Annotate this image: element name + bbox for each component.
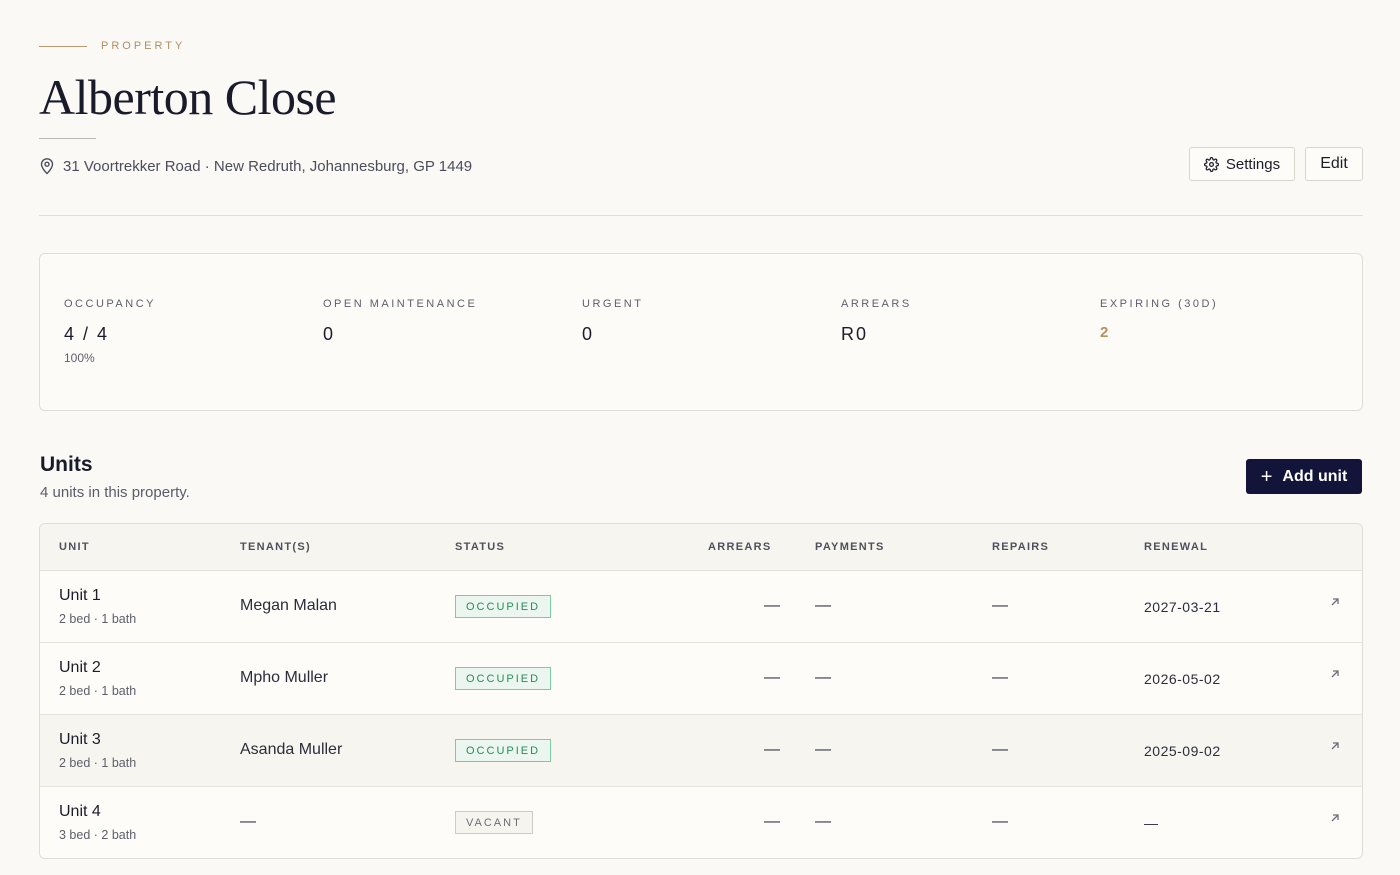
stat-label: EXPIRING (30D)	[1100, 298, 1219, 310]
address-line: 31 Voortrekker Road · New Redruth, Johan…	[39, 157, 472, 175]
col-unit: UNIT	[59, 541, 90, 553]
payments-value: —	[815, 669, 831, 686]
repairs-value: —	[992, 813, 1008, 830]
map-pin-icon	[40, 158, 54, 175]
arrow-up-right-icon[interactable]	[1328, 667, 1342, 681]
status-badge: OCCUPIED	[455, 595, 552, 618]
renewal-date: 2027-03-21	[1144, 599, 1221, 615]
tenant-link[interactable]: Asanda Muller	[240, 741, 342, 759]
unit-name: Unit 3	[59, 731, 101, 748]
stat-urgent: URGENT 0	[582, 298, 643, 345]
eyebrow-line	[39, 45, 87, 47]
stat-expiring: EXPIRING (30D) 2	[1100, 298, 1218, 341]
units-heading: Units	[40, 453, 93, 476]
col-tenants: TENANT(S)	[240, 541, 311, 553]
stat-value: 0	[323, 324, 336, 344]
stat-value: 2	[1100, 324, 1111, 341]
eyebrow: PROPERTY	[39, 40, 185, 52]
plus-icon: +	[1260, 465, 1273, 488]
eyebrow-label: PROPERTY	[101, 40, 186, 52]
settings-label: Settings	[1225, 155, 1281, 173]
unit-meta: 2 bed · 1 bath	[59, 612, 137, 626]
stat-label: URGENT	[582, 298, 644, 310]
address-text: 31 Voortrekker Road · New Redruth, Johan…	[63, 157, 473, 175]
unit-name: Unit 1	[59, 587, 101, 604]
stats-card: OCCUPANCY 4 / 4 100% OPEN MAINTENANCE 0 …	[39, 253, 1363, 411]
add-unit-label: Add unit	[1282, 467, 1348, 485]
col-renewal: RENEWAL	[1144, 541, 1209, 553]
unit-meta: 2 bed · 1 bath	[59, 756, 137, 770]
renewal-date: —	[1144, 815, 1159, 831]
status-badge: OCCUPIED	[455, 739, 552, 762]
stat-occupancy: OCCUPANCY 4 / 4 100%	[64, 298, 156, 365]
table-row[interactable]: Unit 1 2 bed · 1 bath Megan Malan OCCUPI…	[40, 571, 1362, 643]
arrears-value: —	[764, 741, 780, 758]
repairs-value: —	[992, 741, 1008, 758]
stat-value: 4 / 4	[64, 324, 110, 344]
tenant-link[interactable]: Megan Malan	[240, 597, 337, 615]
stat-sub: 100%	[64, 351, 95, 365]
renewal-date: 2025-09-02	[1144, 743, 1221, 759]
col-payments: PAYMENTS	[815, 541, 885, 553]
arrears-value: —	[764, 669, 780, 686]
tenant-link[interactable]: Mpho Muller	[240, 669, 328, 687]
stat-open-maintenance: OPEN MAINTENANCE 0	[323, 298, 477, 345]
col-status: STATUS	[455, 541, 506, 553]
status-badge: OCCUPIED	[455, 667, 552, 690]
table-header: UNIT TENANT(S) STATUS ARREARS PAYMENTS R…	[40, 524, 1362, 571]
table-row[interactable]: Unit 4 3 bed · 2 bath — VACANT — — — —	[40, 787, 1362, 858]
stat-label: OPEN MAINTENANCE	[323, 298, 478, 310]
repairs-value: —	[992, 669, 1008, 686]
gear-icon	[1203, 156, 1219, 172]
renewal-date: 2026-05-02	[1144, 671, 1221, 687]
header-divider	[39, 215, 1363, 216]
payments-value: —	[815, 813, 831, 830]
add-unit-button[interactable]: + Add unit	[1246, 459, 1362, 494]
arrears-value: —	[764, 597, 780, 614]
unit-meta: 2 bed · 1 bath	[59, 684, 137, 698]
unit-name: Unit 4	[59, 803, 101, 820]
unit-meta: 3 bed · 2 bath	[59, 828, 137, 842]
payments-value: —	[815, 741, 831, 758]
table-row[interactable]: Unit 2 2 bed · 1 bath Mpho Muller OCCUPI…	[40, 643, 1362, 715]
stat-label: OCCUPANCY	[64, 298, 156, 310]
tenant-value: —	[240, 813, 256, 830]
arrow-up-right-icon[interactable]	[1328, 739, 1342, 753]
units-table: UNIT TENANT(S) STATUS ARREARS PAYMENTS R…	[39, 523, 1363, 859]
stat-arrears: ARREARS R0	[841, 298, 912, 345]
settings-button[interactable]: Settings	[1189, 147, 1295, 181]
col-repairs: REPAIRS	[992, 541, 1050, 553]
status-badge: VACANT	[455, 811, 533, 834]
title-rule	[39, 138, 96, 139]
stat-value: R0	[841, 324, 869, 344]
arrow-up-right-icon[interactable]	[1328, 811, 1342, 825]
units-count: 4 units in this property.	[40, 484, 190, 501]
table-row[interactable]: Unit 3 2 bed · 1 bath Asanda Muller OCCU…	[40, 715, 1362, 787]
stat-label: ARREARS	[841, 298, 912, 310]
payments-value: —	[815, 597, 831, 614]
col-arrears: ARREARS	[708, 541, 772, 553]
stat-value: 0	[582, 324, 595, 344]
repairs-value: —	[992, 597, 1008, 614]
arrears-value: —	[764, 813, 780, 830]
arrow-up-right-icon[interactable]	[1328, 595, 1342, 609]
page-title: Alberton Close	[39, 69, 337, 125]
edit-button[interactable]: Edit	[1305, 147, 1363, 181]
unit-name: Unit 2	[59, 659, 101, 676]
